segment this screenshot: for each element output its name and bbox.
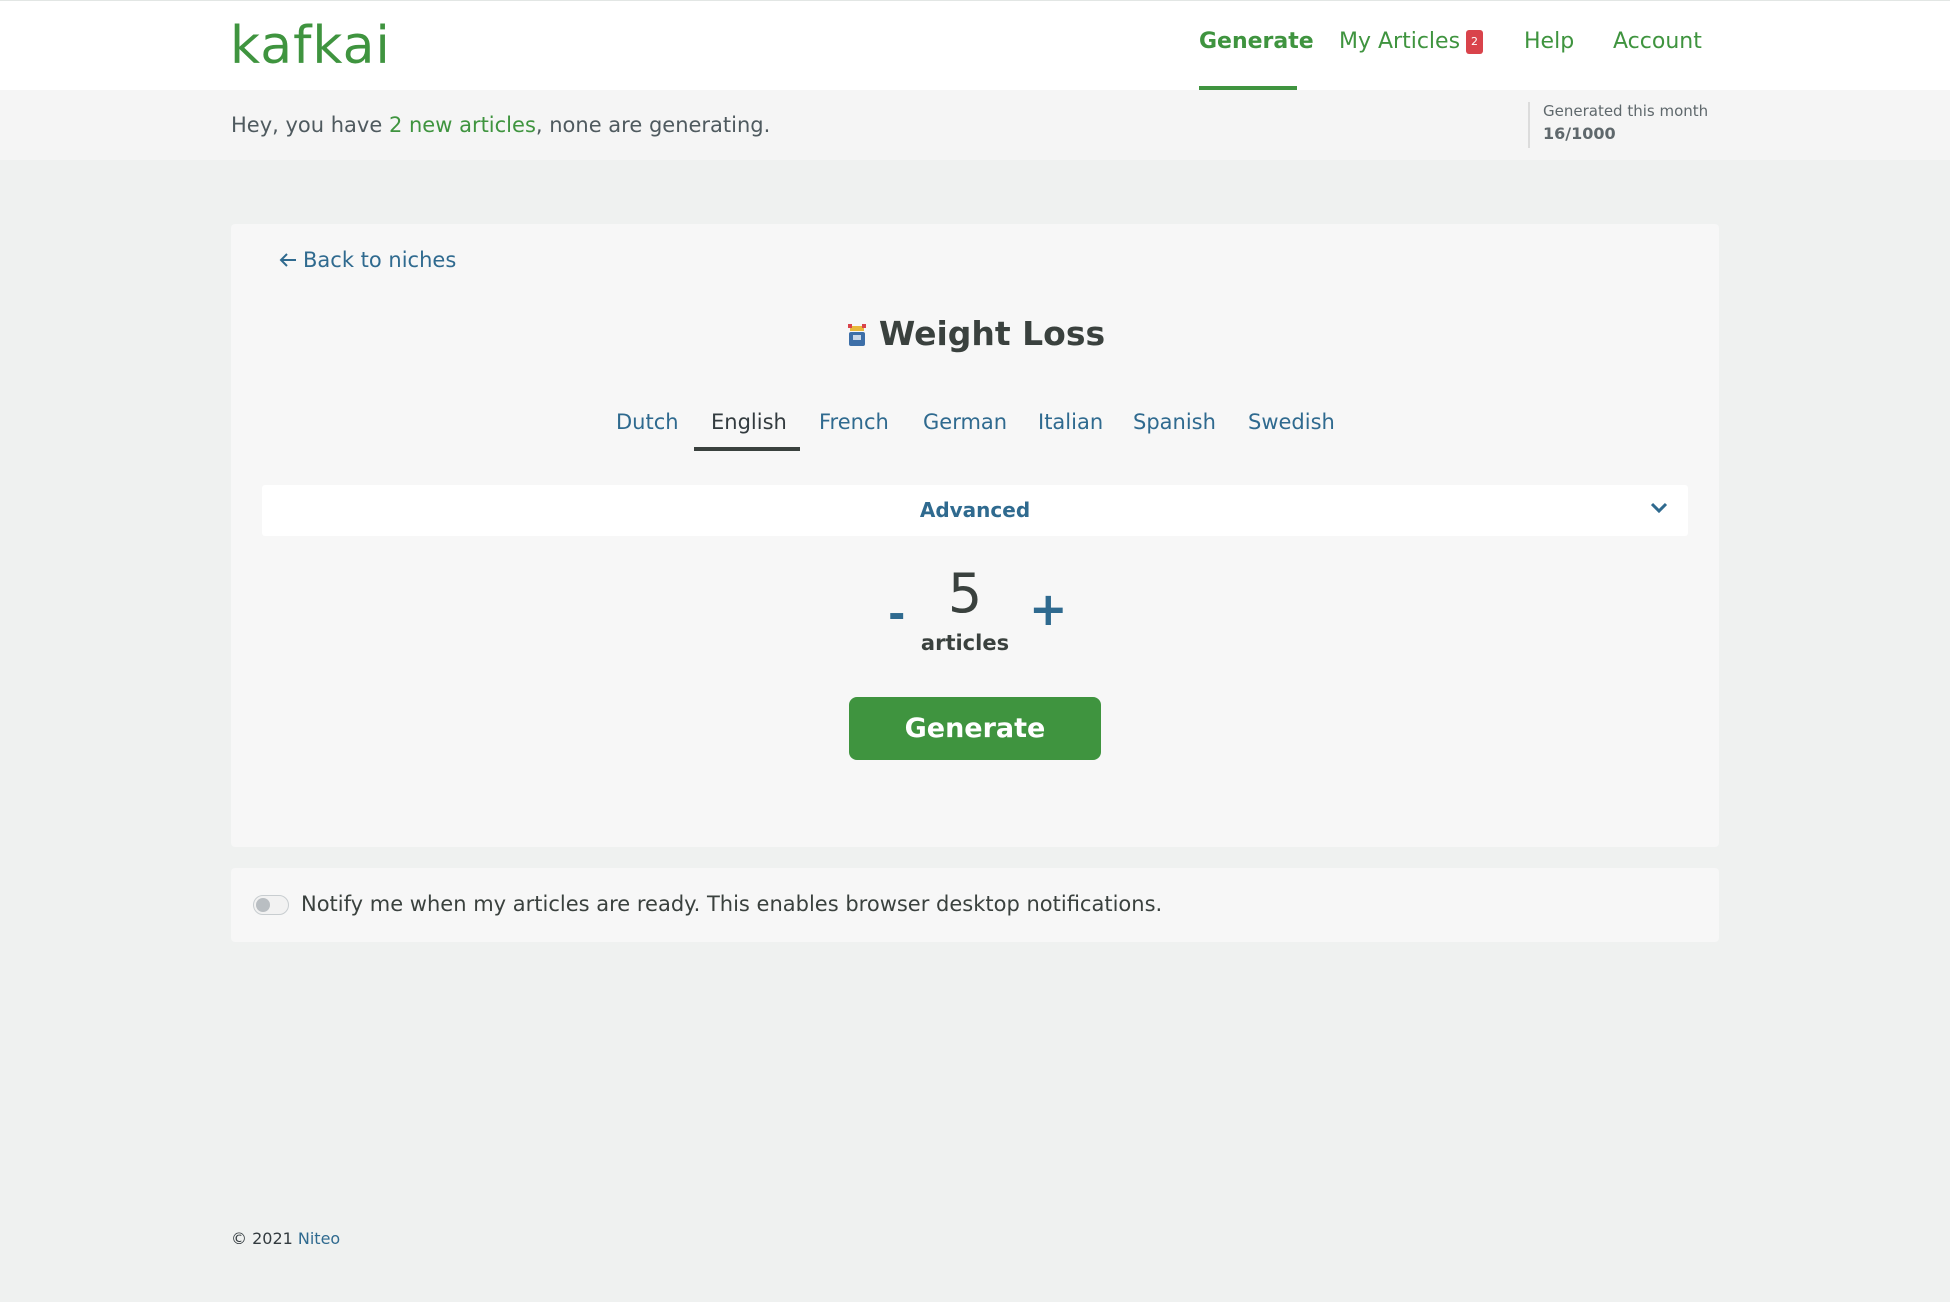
tab-italian[interactable]: Italian bbox=[1038, 410, 1103, 434]
usage-label: Generated this month bbox=[1543, 102, 1709, 120]
new-articles-badge: 2 bbox=[1466, 30, 1484, 54]
tab-dutch[interactable]: Dutch bbox=[616, 410, 679, 434]
usage-value: 16/1000 bbox=[1543, 124, 1616, 143]
tab-german[interactable]: German bbox=[923, 410, 1007, 434]
niche-heading: Weight Loss bbox=[231, 314, 1719, 353]
monthly-usage: Generated this month 16/1000 bbox=[1528, 102, 1708, 148]
notify-toggle-knob bbox=[256, 898, 270, 912]
arrow-left-icon bbox=[279, 253, 296, 267]
notification-setting: Notify me when my articles are ready. Th… bbox=[231, 868, 1719, 942]
kafkai-logo[interactable]: kafkai bbox=[230, 11, 391, 81]
greeting-prefix: Hey, you have bbox=[231, 113, 389, 137]
nav-my-articles-label: My Articles bbox=[1339, 29, 1461, 54]
nav-account[interactable]: Account bbox=[1613, 29, 1702, 54]
increase-count-button[interactable]: + bbox=[1029, 581, 1068, 637]
notify-description: Notify me when my articles are ready. Th… bbox=[301, 892, 1163, 916]
footer: © 2021 Niteo bbox=[231, 1229, 340, 1248]
niteo-link[interactable]: Niteo bbox=[298, 1229, 340, 1248]
notify-toggle[interactable] bbox=[253, 895, 289, 915]
nav-my-articles[interactable]: My Articles 2 bbox=[1339, 29, 1484, 54]
copyright-text: © 2021 bbox=[231, 1229, 298, 1248]
article-count-unit: articles bbox=[920, 631, 1010, 655]
tab-english[interactable]: English bbox=[711, 410, 787, 434]
tab-spanish[interactable]: Spanish bbox=[1133, 410, 1216, 434]
decrease-count-button[interactable]: - bbox=[888, 589, 905, 639]
generate-button[interactable]: Generate bbox=[849, 697, 1101, 760]
article-count-value: 5 bbox=[947, 562, 983, 625]
back-to-niches-link[interactable]: Back to niches bbox=[279, 248, 456, 272]
back-to-niches-label: Back to niches bbox=[303, 248, 457, 272]
language-tabs: Dutch English French German Italian Span… bbox=[231, 410, 1719, 450]
info-bar: Hey, you have 2 new articles, none are g… bbox=[0, 90, 1950, 160]
nav-generate[interactable]: Generate bbox=[1199, 29, 1314, 54]
tab-french[interactable]: French bbox=[819, 410, 889, 434]
nav-help[interactable]: Help bbox=[1524, 29, 1574, 54]
top-navigation-bar: kafkai Generate My Articles 2 Help Accoun… bbox=[0, 0, 1950, 90]
greeting-suffix: , none are generating. bbox=[535, 113, 771, 137]
article-count-stepper: - 5 + articles bbox=[231, 564, 1719, 664]
greeting-message: Hey, you have 2 new articles, none are g… bbox=[231, 113, 770, 137]
generator-card: Back to niches Weight Loss Dutch English… bbox=[231, 224, 1719, 847]
new-articles-link[interactable]: 2 new articles bbox=[389, 113, 536, 137]
scale-icon bbox=[847, 324, 866, 346]
niche-title: Weight Loss bbox=[878, 314, 1106, 353]
advanced-label: Advanced bbox=[919, 498, 1031, 522]
tab-swedish[interactable]: Swedish bbox=[1248, 410, 1335, 434]
chevron-down-icon bbox=[1650, 502, 1668, 514]
language-active-indicator bbox=[694, 447, 800, 451]
advanced-toggle[interactable]: Advanced bbox=[262, 485, 1688, 536]
